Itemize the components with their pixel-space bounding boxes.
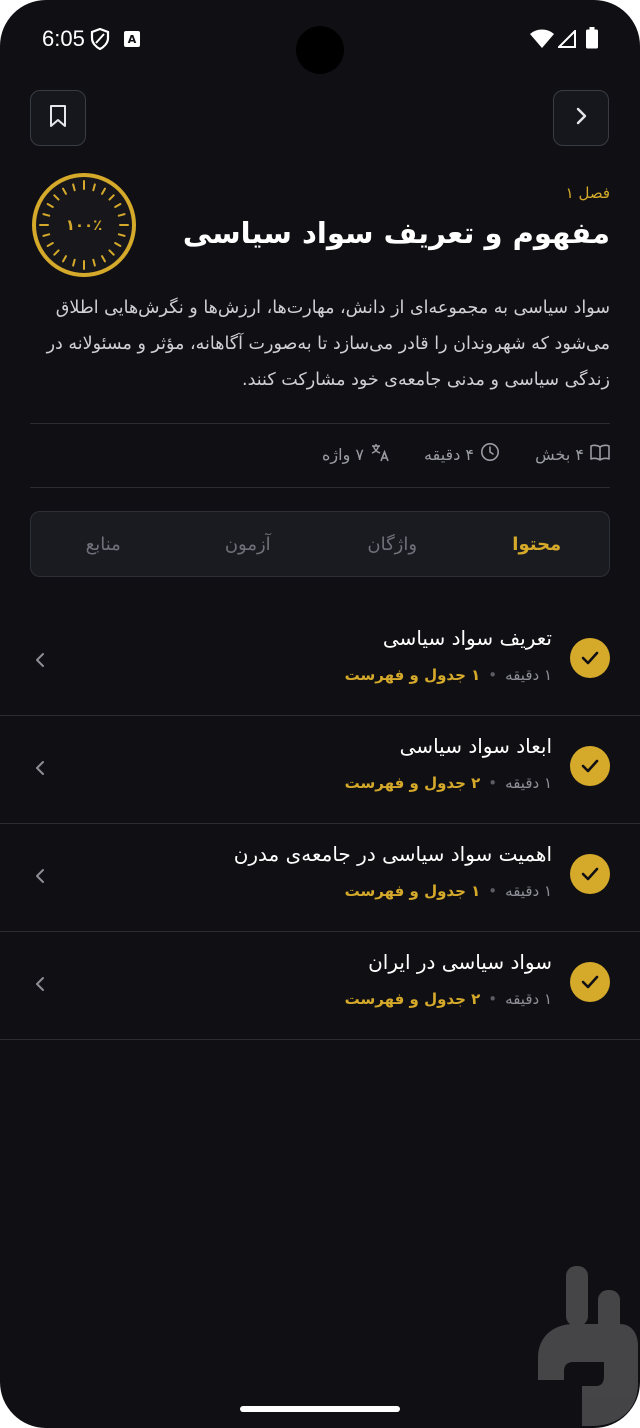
chevron-left-icon — [34, 650, 46, 674]
lesson-duration: ۱ دقیقه — [505, 774, 552, 792]
chapter-label: فصل ۱ — [565, 184, 610, 202]
shield-icon — [90, 27, 110, 54]
lesson-row[interactable]: اهمیت سواد سیاسی در جامعه‌ی مدرن ۱ دقیقه… — [0, 824, 640, 932]
lesson-tables: ۲ جدول و فهرست — [344, 990, 481, 1008]
lesson-title: اهمیت سواد سیاسی در جامعه‌ی مدرن — [233, 842, 552, 866]
cell-signal-icon — [556, 28, 576, 52]
app-logo-watermark — [534, 1262, 640, 1428]
keyboard-a-icon: A — [124, 31, 140, 51]
lesson-row[interactable]: تعریف سواد سیاسی ۱ دقیقه•۱ جدول و فهرست — [0, 608, 640, 716]
meta-sections-text: ۴ بخش — [535, 444, 584, 464]
forward-button[interactable] — [553, 90, 609, 146]
lesson-row[interactable]: ابعاد سواد سیاسی ۱ دقیقه•۲ جدول و فهرست — [0, 716, 640, 824]
meta-duration: ۴ دقیقه — [424, 442, 500, 466]
lesson-duration: ۱ دقیقه — [505, 990, 552, 1008]
camera-cutout — [296, 26, 344, 74]
lesson-duration: ۱ دقیقه — [505, 666, 552, 684]
lesson-tables: ۱ جدول و فهرست — [344, 666, 481, 684]
lesson-meta: ۱ دقیقه•۱ جدول و فهرست — [344, 882, 552, 900]
divider — [30, 487, 610, 488]
chevron-right-icon — [574, 106, 588, 130]
completed-check-icon — [570, 638, 610, 678]
lesson-meta: ۱ دقیقه•۲ جدول و فهرست — [344, 990, 552, 1008]
tab-content[interactable]: محتوا — [465, 512, 610, 576]
lesson-meta: ۱ دقیقه•۱ جدول و فهرست — [344, 666, 552, 684]
completed-check-icon — [570, 746, 610, 786]
chevron-left-icon — [34, 758, 46, 782]
meta-sections: ۴ بخش — [535, 442, 610, 466]
page-title: مفهوم و تعریف سواد سیاسی — [182, 216, 610, 250]
translate-icon — [370, 442, 390, 466]
lesson-duration: ۱ دقیقه — [505, 882, 552, 900]
completed-check-icon — [570, 854, 610, 894]
completed-check-icon — [570, 962, 610, 1002]
clock-icon — [480, 442, 500, 466]
tab-quiz[interactable]: آزمون — [176, 512, 321, 576]
chevron-left-icon — [34, 974, 46, 998]
divider — [30, 423, 610, 424]
chevron-left-icon — [34, 866, 46, 890]
lesson-title: ابعاد سواد سیاسی — [399, 734, 552, 758]
tab-glossary[interactable]: واژگان — [320, 512, 465, 576]
tab-sources[interactable]: منابع — [31, 512, 176, 576]
lesson-row[interactable]: سواد سیاسی در ایران ۱ دقیقه•۲ جدول و فهر… — [0, 932, 640, 1040]
lesson-title: سواد سیاسی در ایران — [368, 950, 552, 974]
battery-icon — [586, 27, 598, 53]
status-time: 6:05 — [42, 26, 85, 51]
meta-words-text: ۷ واژه — [322, 444, 364, 464]
progress-ring: ۱۰۰٪ — [30, 171, 138, 279]
bookmark-button[interactable] — [30, 90, 86, 146]
lesson-meta: ۱ دقیقه•۲ جدول و فهرست — [344, 774, 552, 792]
progress-percent: ۱۰۰٪ — [65, 216, 103, 234]
tab-bar: محتوا واژگان آزمون منابع — [30, 511, 610, 577]
book-icon — [590, 443, 610, 465]
lesson-title: تعریف سواد سیاسی — [382, 626, 552, 650]
wifi-icon — [530, 29, 554, 53]
svg-text:A: A — [128, 33, 137, 46]
status-bar: 6:05 A — [0, 0, 640, 78]
chapter-description: سواد سیاسی به مجموعه‌ای از دانش، مهارت‌ه… — [46, 298, 610, 390]
bookmark-icon — [48, 104, 68, 132]
home-indicator[interactable] — [240, 1406, 400, 1412]
lesson-tables: ۲ جدول و فهرست — [344, 774, 481, 792]
meta-words: ۷ واژه — [322, 442, 390, 466]
meta-duration-text: ۴ دقیقه — [424, 444, 474, 464]
lesson-tables: ۱ جدول و فهرست — [344, 882, 481, 900]
app-screen: 6:05 A ۱۰۰٪ فصل ۱ مفهوم و تعریف سواد سیا… — [0, 0, 640, 1428]
